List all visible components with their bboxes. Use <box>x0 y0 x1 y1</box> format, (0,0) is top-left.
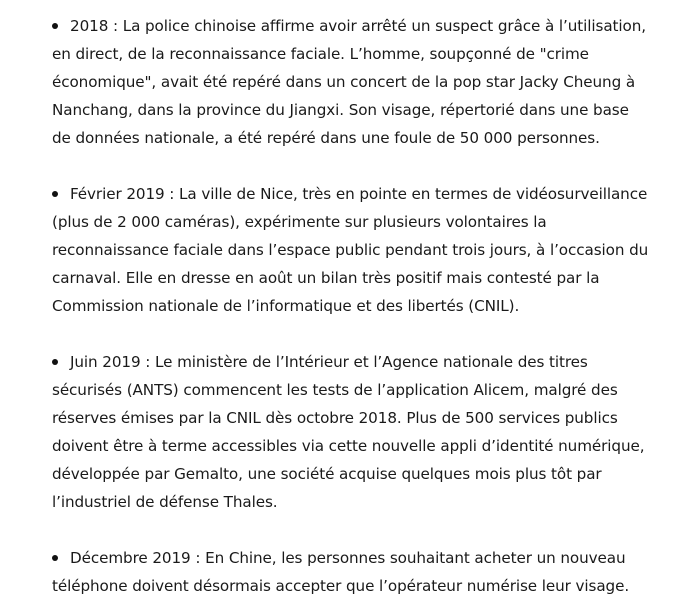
timeline-article: 2018 : La police chinoise affirme avoir … <box>0 0 674 607</box>
bullet-icon <box>52 554 58 561</box>
timeline-entry-dec-2019: Décembre 2019 : En Chine, les personnes … <box>52 544 652 600</box>
entry-text: Février 2019 : La ville de Nice, très en… <box>52 185 649 315</box>
entry-text: 2018 : La police chinoise affirme avoir … <box>52 17 646 147</box>
bullet-icon <box>52 190 58 197</box>
entry-text: Décembre 2019 : En Chine, les personnes … <box>52 549 630 595</box>
bullet-icon <box>52 22 58 29</box>
timeline-entry-feb-2019: Février 2019 : La ville de Nice, très en… <box>52 180 652 320</box>
bullet-icon <box>52 358 58 365</box>
timeline-entry-jun-2019: Juin 2019 : Le ministère de l’Intérieur … <box>52 348 652 516</box>
entry-text: Juin 2019 : Le ministère de l’Intérieur … <box>52 353 645 511</box>
timeline-entry-2018: 2018 : La police chinoise affirme avoir … <box>52 12 652 152</box>
